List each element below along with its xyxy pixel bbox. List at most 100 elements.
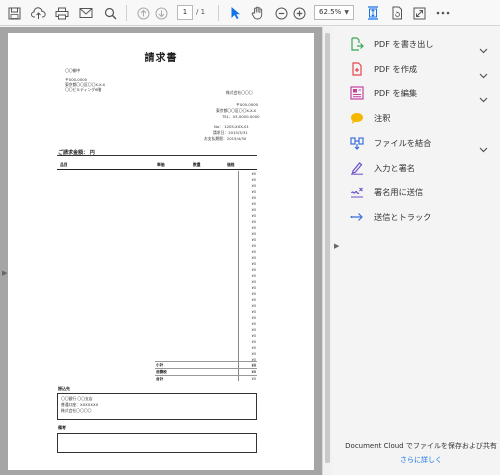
row-amount: ¥0: [251, 268, 256, 272]
tool-export-pdf[interactable]: PDF を書き出し: [342, 33, 500, 55]
row-amount: ¥0: [251, 220, 256, 224]
tool-label: 入力と署名: [374, 162, 415, 173]
document-viewer[interactable]: ▶ 請求書 〇〇御中 〒000-0000 東京都〇〇区〇〇X-X-X 〇〇ビルデ…: [0, 27, 322, 475]
document-scrollbar[interactable]: [322, 27, 332, 475]
tools-pane: Document Cloud でファイルを保存および共有 さらに詳しく PDF …: [342, 27, 500, 475]
row-amount: ¥0: [251, 316, 256, 320]
tool-create-pdf[interactable]: PDF を作成: [342, 58, 500, 80]
send-track-icon: [350, 210, 364, 224]
fill-sign-icon: [350, 161, 364, 175]
right-panel-toggle-icon[interactable]: ▶: [334, 242, 339, 250]
export-pdf-icon: [350, 37, 364, 51]
tool-send-track[interactable]: 送信とトラック: [342, 206, 500, 228]
previous-page-icon[interactable]: [134, 3, 152, 23]
tool-comment[interactable]: 注釈: [342, 107, 500, 129]
row-amount: ¥0: [251, 178, 256, 182]
row-amount: ¥0: [251, 328, 256, 332]
chevron-down-icon[interactable]: [479, 39, 488, 58]
document-cloud-text: Document Cloud でファイルを保存および共有: [345, 442, 497, 450]
tool-label: ファイルを結合: [374, 137, 432, 148]
chevron-down-icon[interactable]: [479, 138, 488, 157]
chevron-down-icon[interactable]: [479, 88, 488, 107]
row-amount: ¥0: [251, 280, 256, 284]
mail-icon[interactable]: [76, 3, 96, 23]
row-amount: ¥0: [251, 244, 256, 248]
row-amount: ¥0: [251, 340, 256, 344]
header-qty: 数量: [193, 162, 201, 167]
tool-send-for-signature[interactable]: 署名用に送信: [342, 181, 500, 203]
row-amount: ¥0: [251, 256, 256, 260]
left-panel-toggle-icon[interactable]: ▶: [2, 269, 7, 277]
page-number-input[interactable]: 1: [177, 5, 193, 20]
row-amount: ¥0: [251, 262, 256, 266]
invoice-title: 請求書: [144, 53, 178, 64]
row-amount: ¥0: [251, 334, 256, 338]
full-screen-icon[interactable]: [410, 3, 428, 23]
save-icon[interactable]: [4, 3, 24, 23]
next-page-icon[interactable]: [152, 3, 170, 23]
zoom-level-select[interactable]: 62.5% ▼: [314, 5, 354, 20]
tool-label: PDF を編集: [374, 88, 418, 99]
edit-pdf-icon: [350, 86, 364, 100]
chevron-down-icon[interactable]: [479, 64, 488, 83]
more-options-icon[interactable]: [434, 3, 452, 23]
header-item: 品目: [60, 162, 68, 167]
row-amount: ¥0: [251, 304, 256, 308]
row-amount: ¥0: [251, 310, 256, 314]
row-amount: ¥0: [251, 346, 256, 350]
print-icon[interactable]: [52, 3, 72, 23]
send-for-signature-icon: [350, 185, 364, 199]
item-rows: ¥0 ¥0 ¥0 ¥0 ¥0 ¥0 ¥0 ¥0 ¥0 ¥0 ¥0 ¥0 ¥0 ¥0 ¥0 ¥0 ¥0 ¥0 ¥0 ¥0…: [238, 171, 257, 381]
create-pdf-icon: [350, 62, 364, 76]
meta-no: No： 1205-XXX-01: [214, 124, 249, 129]
search-icon[interactable]: [100, 3, 120, 23]
tool-combine-files[interactable]: ファイルを結合: [342, 132, 500, 154]
hand-tool-icon[interactable]: [248, 3, 266, 23]
recipient-address-2: 〇〇ビルディング6階: [65, 87, 102, 92]
row-amount: ¥0: [251, 190, 256, 194]
tool-label: 送信とトラック: [374, 211, 432, 222]
row-amount: ¥0: [251, 292, 256, 296]
issuer-address: 東京都〇〇区〇〇X-X-X: [216, 108, 257, 113]
row-amount: ¥0: [251, 196, 256, 200]
cloud-upload-icon[interactable]: [28, 3, 48, 23]
zoom-level-value: 62.5%: [319, 8, 342, 16]
divider: [57, 155, 257, 156]
tool-fill-sign[interactable]: 入力と署名: [342, 157, 500, 179]
row-amount: ¥0: [251, 352, 256, 356]
pdf-page: 請求書 〇〇御中 〒000-0000 東京都〇〇区〇〇X-X-X 〇〇ビルディン…: [8, 33, 314, 470]
row-amount: ¥0: [251, 214, 256, 218]
select-cursor-icon[interactable]: [226, 3, 244, 23]
header-amount: 価格: [227, 162, 235, 167]
row-amount: ¥0: [251, 172, 256, 176]
row-amount: ¥0: [251, 322, 256, 326]
learn-more-link[interactable]: さらに詳しく: [342, 455, 500, 465]
meta-invoice-date: 請求日：2015/3/31: [213, 130, 248, 135]
issuer-company: 株式会社〇〇〇: [226, 90, 253, 95]
scrollbar-thumb[interactable]: [325, 33, 330, 463]
row-amount: ¥0: [251, 208, 256, 212]
tool-label: PDF を書き出し: [374, 39, 434, 49]
issuer-postal: 〒000-0000: [236, 102, 259, 107]
transfer-label: 振込先: [58, 386, 70, 391]
issuer-tel: TEL：03-0000-0000: [222, 114, 260, 119]
row-amount: ¥0: [251, 274, 256, 278]
notes-label: 備考: [58, 425, 66, 430]
toolbar-divider: [218, 5, 219, 21]
zoom-in-icon[interactable]: [290, 3, 308, 23]
zoom-out-icon[interactable]: [272, 3, 290, 23]
subtotal-row: 小計 ¥0: [155, 361, 257, 367]
tool-label: 注釈: [374, 113, 391, 124]
tool-edit-pdf[interactable]: PDF を編集: [342, 82, 500, 104]
tax-row: 消費税 ¥0: [155, 368, 257, 374]
row-amount: ¥0: [251, 202, 256, 206]
transfer-box: 〇〇銀行 〇〇支店 普通口座：XXXXXXX 株式会社〇〇〇〇: [57, 393, 257, 420]
row-amount: ¥0: [251, 184, 256, 188]
totals: 小計 ¥0 消費税 ¥0 合計 ¥0: [155, 361, 257, 382]
chevron-down-icon: ▼: [344, 9, 349, 16]
tool-label: 署名用に送信: [374, 187, 424, 198]
tool-label: PDF を作成: [374, 63, 418, 74]
fit-page-icon[interactable]: [364, 3, 382, 23]
rotate-page-icon[interactable]: [388, 3, 406, 23]
header-unit-price: 単価: [157, 162, 165, 167]
